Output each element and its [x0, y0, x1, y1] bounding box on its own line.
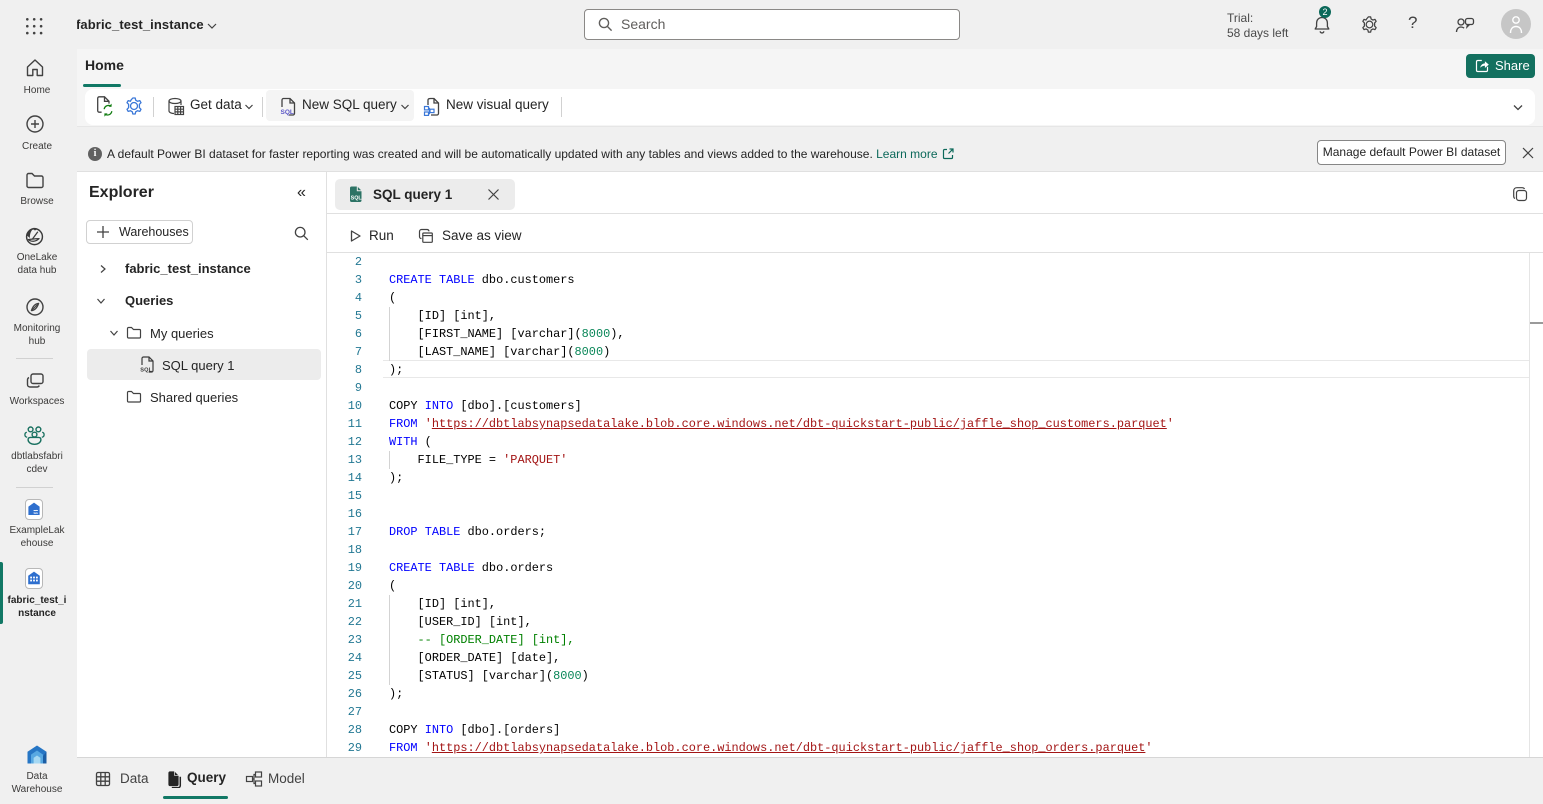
svg-text:SQL: SQL — [351, 195, 363, 201]
svg-text:SQL: SQL — [281, 109, 294, 116]
svg-text:SQL: SQL — [140, 368, 152, 373]
